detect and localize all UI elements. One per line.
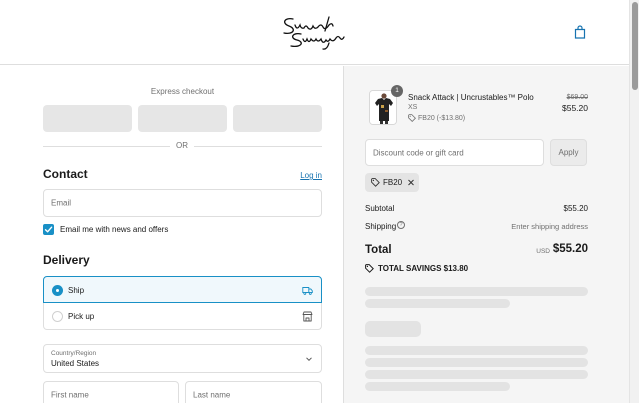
loading-placeholder bbox=[365, 299, 510, 308]
scrollbar-thumb[interactable] bbox=[632, 2, 638, 90]
loading-placeholder bbox=[365, 382, 510, 391]
product-variant: XS bbox=[408, 104, 418, 111]
pickup-radio[interactable] bbox=[52, 311, 63, 322]
news-checkbox[interactable] bbox=[43, 224, 54, 235]
apply-button[interactable]: Apply bbox=[550, 139, 587, 166]
country-label: Country/Region bbox=[51, 350, 97, 357]
ship-label: Ship bbox=[68, 286, 85, 295]
applied-code-chip: FB20 bbox=[365, 173, 419, 192]
loading-placeholder bbox=[365, 287, 588, 296]
product-discount: FB20 (-$13.80) bbox=[418, 115, 466, 122]
tag-icon bbox=[371, 178, 380, 187]
delivery-option-pickup[interactable]: Pick up bbox=[43, 303, 322, 330]
loading-placeholder bbox=[365, 321, 421, 337]
site-header bbox=[0, 0, 629, 65]
cart-icon[interactable] bbox=[574, 25, 586, 39]
tag-icon bbox=[408, 114, 416, 122]
chevron-down-icon bbox=[305, 355, 313, 363]
first-name-placeholder: First name bbox=[51, 390, 89, 400]
express-pay-button-3[interactable] bbox=[233, 105, 322, 132]
total-label: Total bbox=[365, 244, 392, 256]
delivery-option-ship[interactable]: Ship bbox=[43, 276, 322, 303]
pickup-label: Pick up bbox=[68, 312, 95, 321]
order-summary: 1 Snack Attack | Uncrustables™ Polo XS F… bbox=[343, 66, 629, 403]
contact-title: Contact bbox=[43, 167, 88, 181]
product-original-price: $69.00 bbox=[566, 94, 588, 101]
last-name-placeholder: Last name bbox=[193, 390, 231, 400]
savings-tag-icon bbox=[365, 264, 374, 273]
brand-logo[interactable] bbox=[279, 13, 351, 51]
total-savings: TOTAL SAVINGS $13.80 bbox=[378, 264, 469, 273]
delivery-title: Delivery bbox=[43, 253, 90, 267]
remove-code-icon[interactable] bbox=[407, 178, 415, 187]
discount-code-field[interactable]: Discount code or gift card bbox=[365, 139, 544, 166]
truck-icon bbox=[302, 285, 313, 296]
checkout-form: Express checkout OR Contact Log in Email… bbox=[0, 66, 343, 403]
email-field[interactable]: Email bbox=[43, 189, 322, 217]
loading-placeholder bbox=[365, 370, 588, 379]
applied-code: FB20 bbox=[383, 178, 403, 187]
subtotal-label: Subtotal bbox=[365, 204, 395, 213]
product-price: $55.20 bbox=[562, 103, 588, 113]
email-placeholder: Email bbox=[51, 198, 72, 208]
help-icon[interactable]: ? bbox=[397, 221, 405, 229]
news-checkbox-label: Email me with news and offers bbox=[60, 225, 169, 234]
loading-placeholder bbox=[365, 358, 588, 367]
loading-placeholder bbox=[365, 346, 588, 355]
shipping-label: Shipping bbox=[365, 222, 397, 231]
currency-code: USD bbox=[536, 248, 550, 255]
quantity-badge: 1 bbox=[391, 85, 403, 97]
express-checkout-title: Express checkout bbox=[150, 87, 215, 96]
store-icon bbox=[302, 311, 313, 322]
country-select[interactable]: Country/Region United States bbox=[43, 344, 322, 373]
last-name-field[interactable]: Last name bbox=[185, 381, 322, 403]
or-label: OR bbox=[170, 141, 194, 150]
checkmark-icon bbox=[44, 226, 53, 233]
subtotal-value: $55.20 bbox=[563, 204, 588, 213]
ship-radio[interactable] bbox=[52, 285, 63, 296]
express-pay-button-1[interactable] bbox=[43, 105, 132, 132]
discount-code-placeholder: Discount code or gift card bbox=[373, 148, 464, 157]
shipping-value: Enter shipping address bbox=[511, 222, 588, 231]
scrollbar[interactable] bbox=[629, 0, 639, 403]
login-link[interactable]: Log in bbox=[298, 171, 322, 180]
total-value: $55.20 bbox=[552, 243, 588, 255]
country-value: United States bbox=[51, 359, 100, 368]
express-pay-button-2[interactable] bbox=[138, 105, 227, 132]
first-name-field[interactable]: First name bbox=[43, 381, 179, 403]
